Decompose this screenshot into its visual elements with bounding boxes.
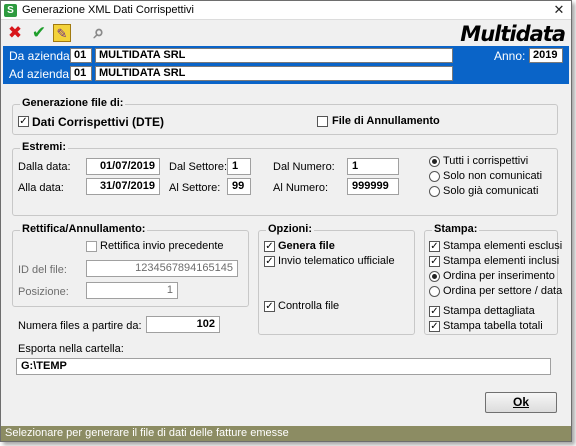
al-settore-label: Al Settore: (169, 182, 221, 194)
ordina-settore-label: Ordina per settore / data (443, 285, 563, 297)
controlla-file-label: Controlla file (278, 300, 340, 312)
edit-icon[interactable]: ✎ (53, 24, 71, 42)
to-company-name: MULTIDATA SRL (95, 66, 453, 81)
from-company-label: Da azienda: (9, 49, 74, 63)
elementi-esclusi-checkbox[interactable]: ✓ (429, 241, 440, 252)
al-numero-label: Al Numero: (273, 182, 329, 194)
esporta-field[interactable]: G:\TEMP (16, 358, 551, 375)
ordina-settore-radio[interactable] (429, 286, 440, 297)
to-company-label: Ad azienda: (9, 67, 73, 81)
cancel-icon[interactable]: ✖ (5, 23, 25, 43)
alla-data-field[interactable]: 31/07/2019 (86, 178, 160, 195)
ok-button[interactable]: Ok (485, 392, 557, 413)
company-bar: Da azienda: 01 MULTIDATA SRL Ad azienda:… (3, 46, 569, 84)
al-numero-field[interactable]: 999999 (347, 178, 399, 195)
posizione-label: Posizione: (18, 286, 69, 298)
rettifica-title: Rettifica/Annullamento: (20, 223, 148, 235)
tabella-totali-label: Stampa tabella totali (443, 320, 543, 332)
dettagliata-checkbox[interactable]: ✓ (429, 306, 440, 317)
elementi-inclusi-checkbox[interactable]: ✓ (429, 256, 440, 267)
dalla-data-field[interactable]: 01/07/2019 (86, 158, 160, 175)
from-company-code[interactable]: 01 (70, 48, 92, 63)
dal-settore-label: Dal Settore: (169, 161, 228, 173)
rettifica-checkbox-label: Rettifica invio precedente (100, 240, 224, 252)
rettifica-checkbox[interactable] (86, 241, 97, 252)
al-settore-field[interactable]: 99 (227, 178, 251, 195)
from-company-name: MULTIDATA SRL (95, 48, 453, 63)
non-comunicati-label: Solo non comunicati (443, 170, 543, 182)
generazione-title: Generazione file di: (20, 97, 126, 109)
invio-telematico-checkbox[interactable]: ✓ (264, 256, 275, 267)
year-label: Anno: (494, 49, 526, 63)
dal-settore-field[interactable]: 1 (227, 158, 251, 175)
binoculars-icon[interactable]: ⌕ (89, 23, 109, 43)
dialog-window: S Generazione XML Dati Corrispettivi ✕ ✖… (0, 0, 572, 442)
opzioni-title: Opzioni: (266, 223, 314, 235)
dettagliata-label: Stampa dettagliata (443, 305, 535, 317)
elementi-esclusi-label: Stampa elementi esclusi (443, 240, 563, 252)
dati-corrispettivi-label: Dati Corrispettivi (DTE) (32, 115, 165, 129)
posizione-field[interactable]: 1 (86, 282, 178, 299)
year-field[interactable]: 2019 (529, 48, 563, 63)
genera-file-checkbox[interactable]: ✓ (264, 241, 275, 252)
dati-corrispettivi-checkbox[interactable]: ✓ (18, 116, 29, 127)
dal-numero-field[interactable]: 1 (347, 158, 399, 175)
numera-label: Numera files a partire da: (18, 320, 142, 332)
status-bar: Selezionare per generare il file di dati… (1, 426, 571, 441)
dal-numero-label: Dal Numero: (273, 161, 335, 173)
elementi-inclusi-label: Stampa elementi inclusi (443, 255, 560, 267)
id-file-label: ID del file: (18, 264, 67, 276)
tabella-totali-checkbox[interactable]: ✓ (429, 321, 440, 332)
invio-telematico-label: Invio telematico ufficiale (278, 255, 395, 267)
dalla-data-label: Dalla data: (18, 161, 71, 173)
estremi-title: Estremi: (20, 141, 69, 153)
ordina-inserimento-radio[interactable] (429, 271, 440, 282)
to-company-code[interactable]: 01 (70, 66, 92, 81)
gia-comunicati-radio[interactable] (429, 186, 440, 197)
tutti-label: Tutti i corrispettivi (443, 155, 529, 167)
id-file-field[interactable]: 1234567894165145 (86, 260, 238, 277)
genera-file-label: Genera file (278, 240, 335, 252)
app-icon: S (4, 4, 17, 17)
controlla-file-checkbox[interactable]: ✓ (264, 301, 275, 312)
gia-comunicati-label: Solo già comunicati (443, 185, 539, 197)
non-comunicati-radio[interactable] (429, 171, 440, 182)
alla-data-label: Alla data: (18, 182, 64, 194)
numera-field[interactable]: 102 (146, 316, 220, 333)
title-bar: S Generazione XML Dati Corrispettivi ✕ (1, 1, 571, 20)
confirm-icon[interactable]: ✔ (29, 23, 49, 43)
multidata-logo: Multidata (460, 22, 566, 46)
file-annullamento-label: File di Annullamento (332, 115, 440, 127)
stampa-title: Stampa: (432, 223, 480, 235)
tutti-radio[interactable] (429, 156, 440, 167)
esporta-label: Esporta nella cartella: (18, 343, 124, 355)
close-button[interactable]: ✕ (551, 3, 567, 17)
ordina-inserimento-label: Ordina per inserimento (443, 270, 555, 282)
window-title: Generazione XML Dati Corrispettivi (22, 4, 194, 16)
file-annullamento-checkbox[interactable] (317, 116, 328, 127)
